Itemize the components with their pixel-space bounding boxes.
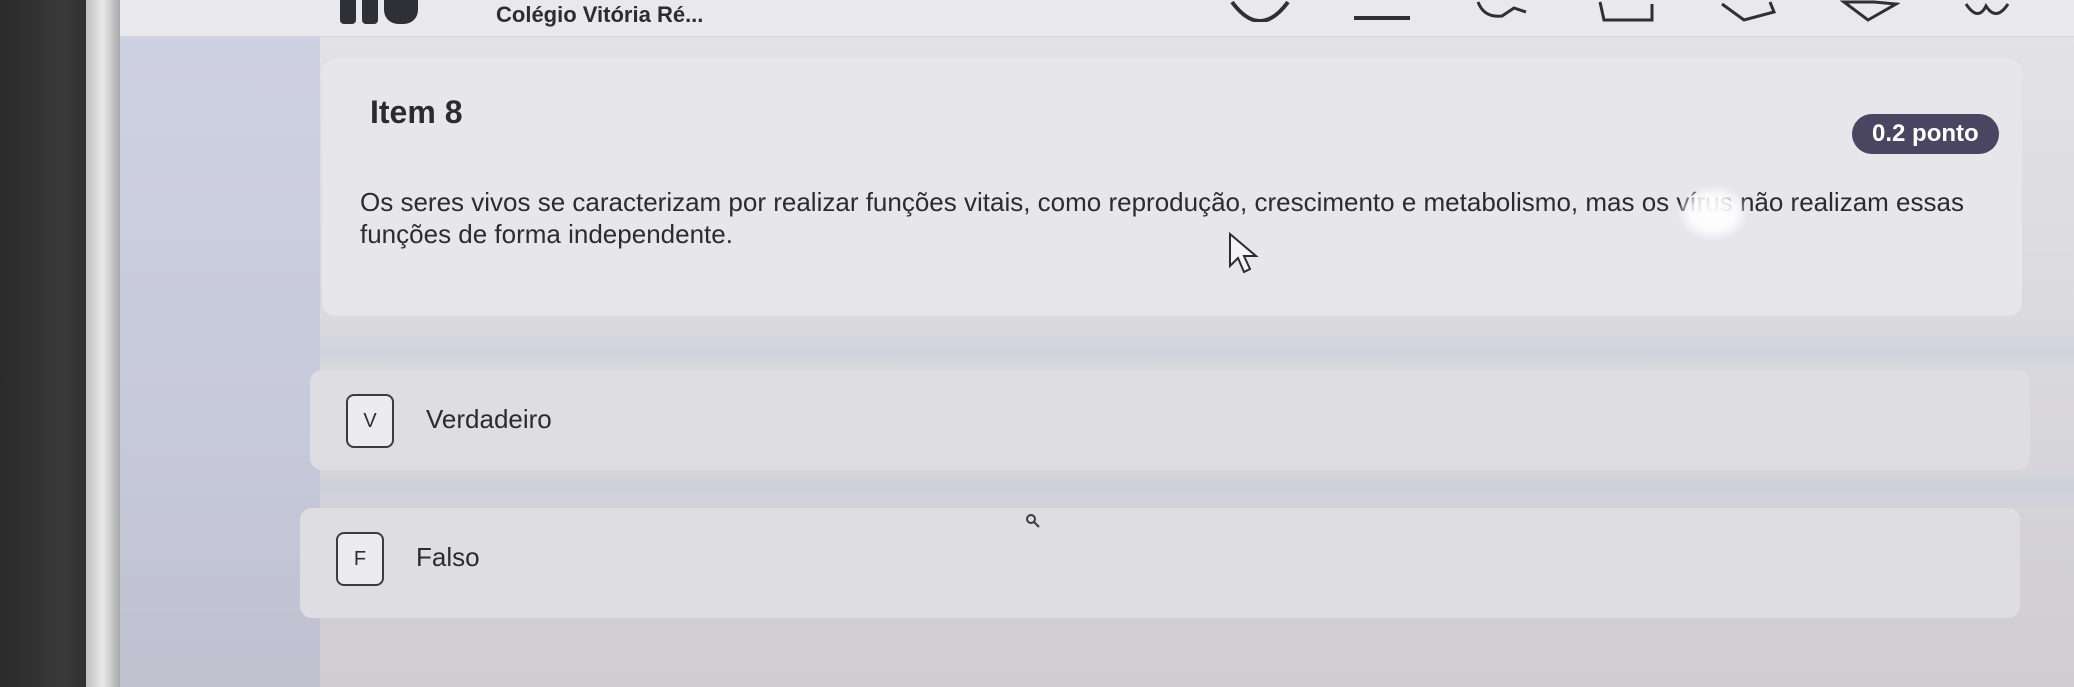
screen-moire	[320, 330, 2074, 370]
screen-glare	[1678, 186, 1748, 240]
top-header: Colégio Vitória Ré...	[120, 0, 2074, 37]
tool-icon-3[interactable]	[1474, 0, 1534, 22]
screen-moire	[320, 470, 2074, 510]
school-logo	[340, 0, 418, 24]
option-letter-v[interactable]: V	[346, 394, 394, 448]
option-label-true: Verdadeiro	[426, 404, 552, 434]
magnifier-icon	[1026, 514, 1040, 533]
tool-icon-4[interactable]	[1596, 0, 1656, 22]
left-sidebar	[120, 0, 320, 687]
item-title: Item 8	[370, 94, 463, 130]
question-card: Item 8 0.2 ponto Os seres vivos se carac…	[322, 58, 2022, 316]
tool-icon-5[interactable]	[1718, 0, 1778, 22]
question-statement: Os seres vivos se caracterizam por reali…	[360, 187, 1964, 249]
tool-icon-2[interactable]	[1352, 0, 1412, 22]
device-bezel-edge	[86, 0, 120, 687]
option-letter-f[interactable]: F	[336, 532, 384, 586]
option-false[interactable]: F Falso	[300, 508, 2020, 618]
option-label-false: Falso	[416, 542, 480, 572]
tool-icon-6[interactable]	[1840, 0, 1900, 22]
points-badge: 0.2 ponto	[1852, 114, 1999, 154]
tool-icon-7[interactable]	[1962, 0, 2022, 22]
school-name: Colégio Vitória Ré...	[496, 2, 704, 27]
tool-icon-1[interactable]	[1230, 0, 1290, 22]
option-true[interactable]: V Verdadeiro	[310, 370, 2030, 470]
toolbar	[1230, 0, 2022, 22]
arrow-pointer-icon	[1228, 231, 1262, 279]
